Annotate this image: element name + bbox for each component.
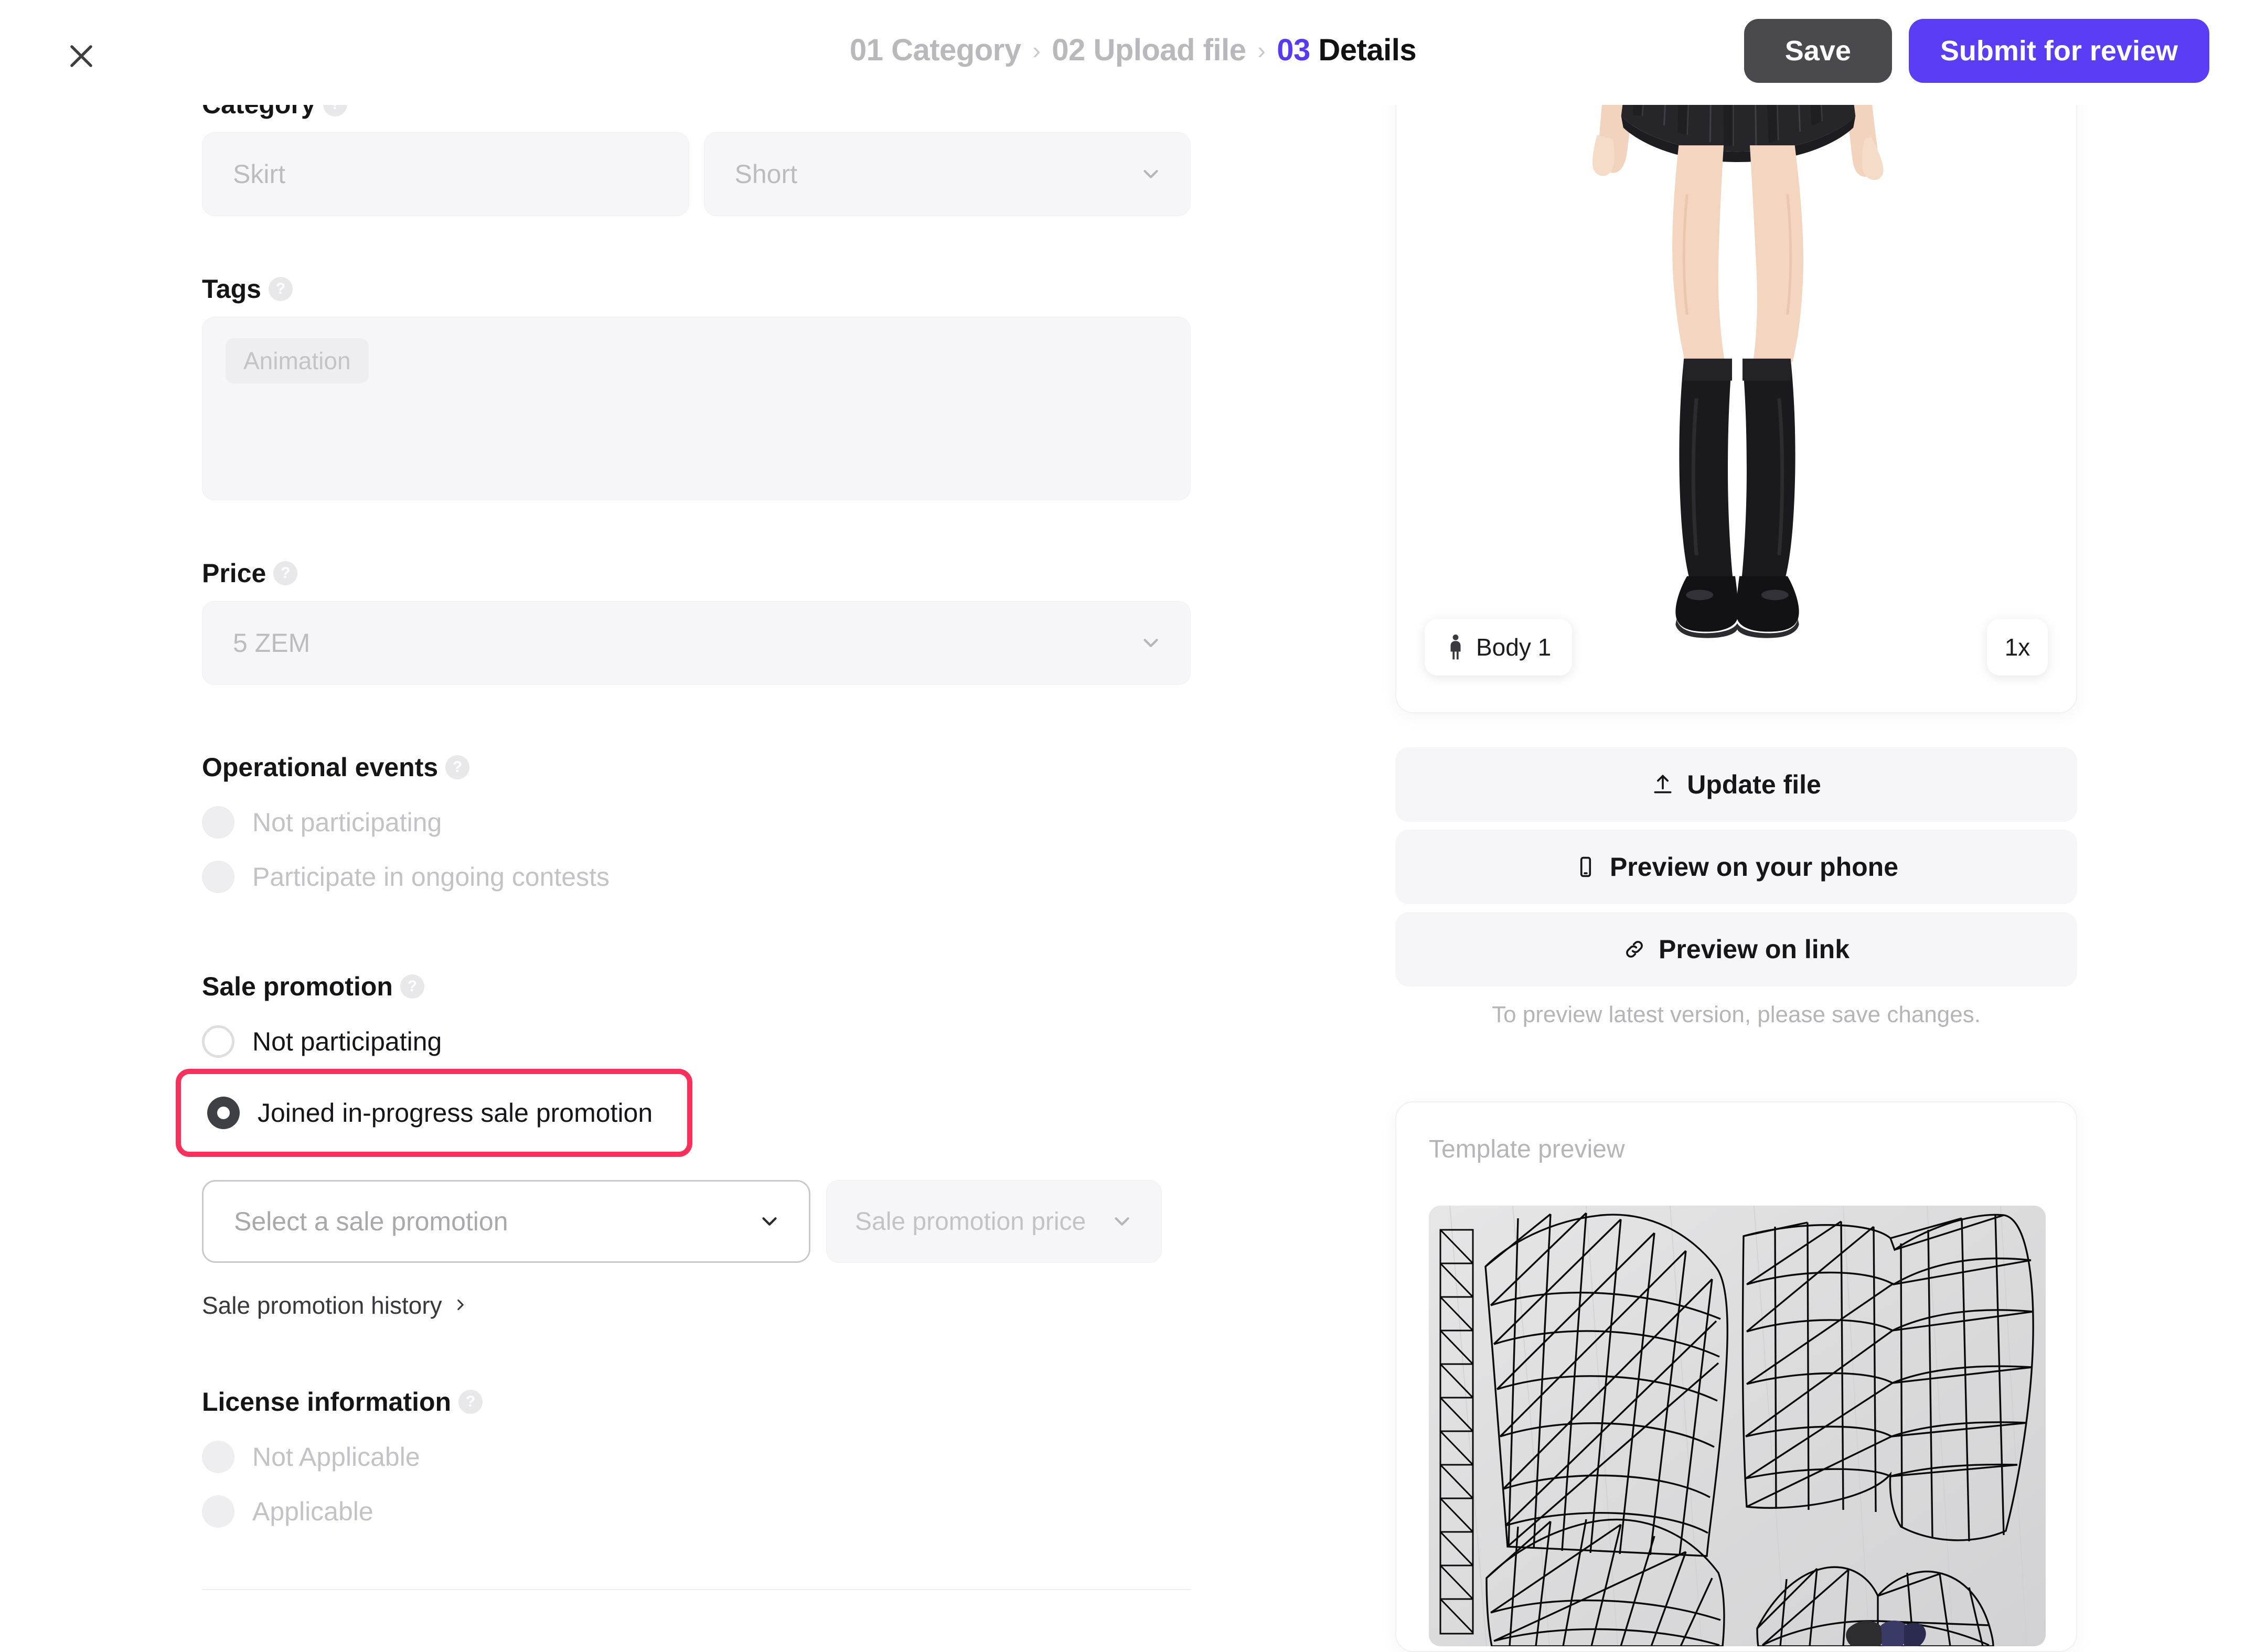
- category-fields: Skirt Short: [202, 132, 1191, 216]
- update-file-label: Update file: [1687, 770, 1821, 799]
- help-icon[interactable]: ?: [400, 974, 424, 999]
- sale-promotion-price-select[interactable]: Sale promotion price: [826, 1180, 1162, 1263]
- radio-indicator: [202, 806, 234, 839]
- avatar-illustration: [1396, 0, 2076, 712]
- upload-icon: [1654, 775, 1672, 793]
- save-changes-note: To preview latest version, please save c…: [1492, 1002, 1981, 1027]
- tags-input[interactable]: Animation: [202, 317, 1191, 500]
- category-sub-value: Short: [734, 159, 798, 189]
- advanced-settings-toggle[interactable]: Advanced settings: [202, 1590, 1191, 1611]
- body-selector-chip[interactable]: Body 1: [1425, 619, 1573, 675]
- chevron-down-icon: [1110, 1209, 1134, 1233]
- sale-promotion-label: Sale promotion: [202, 972, 393, 1001]
- radio-label: Applicable: [252, 1497, 373, 1526]
- breadcrumb-separator-icon: ›: [1032, 36, 1041, 64]
- category-main-value: Skirt: [233, 159, 285, 189]
- phone-icon: [1580, 856, 1591, 877]
- help-icon[interactable]: ?: [269, 277, 293, 301]
- preview-on-link-label: Preview on link: [1658, 935, 1850, 964]
- breadcrumb-step-number: 03: [1277, 33, 1310, 67]
- avatar-viewport[interactable]: [1396, 0, 2076, 712]
- app-header: 01 Category › 02 Upload file › 03 Detail…: [0, 0, 2266, 105]
- radio-sale-not-participating[interactable]: Not participating: [202, 1014, 1191, 1069]
- breadcrumb-step-label: Details: [1318, 33, 1417, 67]
- category-sub-select[interactable]: Short: [703, 132, 1191, 216]
- person-icon: [1450, 634, 1461, 660]
- radio-license-applicable[interactable]: Applicable: [202, 1484, 1191, 1539]
- link-icon: [1626, 941, 1643, 958]
- help-icon[interactable]: ?: [445, 755, 470, 779]
- radio-sale-joined-in-progress[interactable]: Joined in-progress sale promotion: [207, 1086, 661, 1140]
- price-label: Price: [202, 559, 266, 588]
- operational-events-label-row: Operational events ?: [202, 752, 1191, 782]
- breadcrumb-step-upload-file[interactable]: 02 Upload file: [1052, 33, 1246, 68]
- breadcrumb-separator-icon: ›: [1257, 36, 1266, 64]
- sale-promotion-history-label: Sale promotion history: [202, 1292, 442, 1319]
- chevron-down-icon: [757, 1209, 782, 1233]
- radio-indicator: [207, 1097, 240, 1129]
- sale-promotion-highlight-box: Joined in-progress sale promotion: [176, 1069, 692, 1157]
- sale-promotion-price-placeholder: Sale promotion price: [855, 1207, 1086, 1236]
- breadcrumb-step-category[interactable]: 01 Category: [850, 33, 1021, 68]
- preview-panel: Body 1 1x Update file Preview on your ph…: [1364, 0, 2266, 1652]
- chevron-down-icon: [1139, 162, 1163, 186]
- pattern-mesh-illustration: [1429, 1206, 2046, 1646]
- chevron-down-icon: [1139, 631, 1163, 655]
- tag-chip[interactable]: Animation: [226, 338, 369, 383]
- radio-indicator: [202, 1495, 234, 1528]
- sale-promotion-selects: Select a sale promotion Sale promotion p…: [202, 1180, 1191, 1263]
- template-preview-title: Template preview: [1429, 1135, 1625, 1163]
- radio-license-not-applicable[interactable]: Not Applicable: [202, 1430, 1191, 1484]
- breadcrumb-step-details[interactable]: 03 Details: [1277, 33, 1416, 68]
- radio-label: Not Applicable: [252, 1442, 420, 1472]
- avatar-preview-card[interactable]: Body 1 1x: [1395, 0, 2077, 713]
- details-form: Category ? Skirt Short Tags ? Animation …: [0, 89, 1269, 1611]
- radio-operational-participate-contests[interactable]: Participate in ongoing contests: [202, 850, 1191, 904]
- header-actions: Save Submit for review: [1744, 19, 2209, 83]
- price-value: 5 ZEM: [233, 628, 311, 658]
- help-icon[interactable]: ?: [273, 561, 298, 585]
- breadcrumb-step-label: Upload file: [1093, 33, 1246, 67]
- zoom-level-badge[interactable]: 1x: [1987, 619, 2048, 675]
- radio-indicator: [202, 861, 234, 893]
- template-preview-image[interactable]: [1429, 1206, 2046, 1646]
- license-information-label-row: License information ?: [202, 1387, 1191, 1417]
- category-main-input[interactable]: Skirt: [202, 132, 689, 216]
- price-select[interactable]: 5 ZEM: [202, 601, 1191, 685]
- save-button[interactable]: Save: [1744, 19, 1892, 83]
- breadcrumb-step-label: Category: [891, 33, 1021, 67]
- breadcrumb-step-number: 01: [849, 33, 883, 67]
- sale-promotion-select[interactable]: Select a sale promotion: [202, 1180, 810, 1263]
- price-label-row: Price ?: [202, 558, 1191, 588]
- radio-label: Participate in ongoing contests: [252, 862, 610, 892]
- body-chip-label: Body 1: [1476, 634, 1552, 661]
- radio-label: Not participating: [252, 1027, 442, 1056]
- radio-label: Joined in-progress sale promotion: [258, 1098, 653, 1128]
- sale-promotion-label-row: Sale promotion ?: [202, 971, 1191, 1002]
- breadcrumb-step-number: 02: [1052, 33, 1085, 67]
- sale-promotion-select-placeholder: Select a sale promotion: [234, 1207, 508, 1236]
- update-file-button[interactable]: Update file: [1395, 747, 2077, 822]
- chevron-right-icon: [452, 1291, 469, 1320]
- tags-label: Tags: [202, 274, 261, 304]
- operational-events-label: Operational events: [202, 753, 439, 782]
- tags-label-row: Tags ?: [202, 274, 1191, 304]
- radio-indicator: [202, 1025, 234, 1058]
- radio-operational-not-participating[interactable]: Not participating: [202, 795, 1191, 850]
- radio-indicator: [202, 1441, 234, 1473]
- submit-for-review-button[interactable]: Submit for review: [1908, 19, 2209, 83]
- radio-label: Not participating: [252, 808, 442, 837]
- preview-on-phone-label: Preview on your phone: [1609, 852, 1899, 882]
- preview-on-link-button[interactable]: Preview on link: [1395, 912, 2077, 986]
- license-information-label: License information: [202, 1387, 452, 1417]
- help-icon[interactable]: ?: [458, 1390, 483, 1414]
- preview-on-phone-button[interactable]: Preview on your phone: [1395, 830, 2077, 904]
- template-preview-card: Template preview: [1395, 1101, 2077, 1652]
- sale-promotion-history-link[interactable]: Sale promotion history: [202, 1291, 1191, 1320]
